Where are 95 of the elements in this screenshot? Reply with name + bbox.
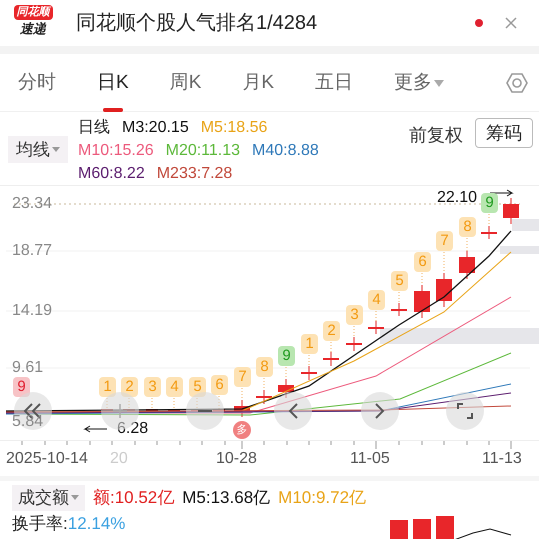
period-tab[interactable]: 五日 [315, 53, 354, 112]
sequence-marker: 5 [189, 377, 206, 397]
adjust-label[interactable]: 前复权 [409, 122, 463, 149]
sequence-marker: 5 [391, 271, 408, 291]
period-tab[interactable]: 更多 [394, 53, 444, 112]
sequence-marker: 9 [481, 193, 498, 213]
candlestick [323, 352, 339, 366]
chevron-right-icon [375, 403, 385, 419]
zoom-out-button[interactable] [186, 392, 224, 430]
sequence-marker: 4 [166, 377, 183, 397]
candlestick [391, 302, 407, 316]
candlestick [368, 320, 384, 334]
leader-line [106, 398, 108, 410]
ma-value: 日线 [78, 118, 110, 138]
chip-band [512, 219, 539, 231]
sequence-marker: 6 [211, 375, 228, 395]
ma-value: M5:18.56 [200, 118, 268, 138]
sequence-marker: 3 [346, 305, 363, 325]
caret-icon [71, 495, 79, 501]
sequence-marker: 7 [436, 231, 453, 251]
price-axis-label: 5.84 [12, 414, 44, 430]
candlestick [436, 272, 452, 308]
sequence-marker: 3 [144, 377, 161, 397]
candlestick [278, 378, 294, 398]
price-axis-label: 9.61 [12, 360, 44, 376]
leader-line [128, 398, 130, 410]
arrow-icon [83, 426, 108, 432]
period-tab[interactable]: 分时 [18, 53, 56, 112]
sequence-marker: 2 [121, 377, 138, 397]
date-label: 10-28 [216, 451, 257, 467]
candlestick [256, 390, 272, 404]
app-logo: 同花顺 速递 [8, 5, 58, 41]
settings-icon[interactable] [505, 70, 529, 94]
candlestick [481, 226, 497, 240]
candlestick [346, 336, 362, 352]
period-tab[interactable]: 日K [97, 53, 129, 112]
close-icon[interactable] [505, 17, 517, 29]
ma-value: M40:8.88 [252, 141, 319, 161]
sequence-marker: 6 [414, 252, 431, 272]
turnover-label: 换手率: [12, 513, 68, 535]
candlestick [301, 366, 317, 380]
minus-icon [198, 409, 212, 413]
price-axis-label: 18.77 [12, 243, 52, 259]
caret-icon [434, 80, 444, 88]
scroll-left-button[interactable] [274, 392, 312, 430]
candlestick [168, 409, 180, 411]
sequence-marker: 2 [323, 321, 340, 341]
sequence-marker: 1 [301, 334, 318, 354]
scroll-right-button[interactable] [361, 392, 399, 430]
arrow-icon [490, 190, 514, 196]
sequence-marker: 1 [99, 377, 116, 397]
chevron-left-icon [288, 403, 298, 419]
candlestick [234, 400, 250, 418]
period-tab[interactable]: 月K [242, 53, 274, 112]
candlestick [101, 409, 113, 411]
volume-value: M5:13.68亿 [182, 487, 270, 510]
leader-line [196, 398, 198, 410]
window-title: 同花顺个股人气排名1/4284 [76, 11, 318, 36]
sequence-marker: 4 [368, 290, 385, 310]
sequence-marker: 8 [256, 357, 273, 377]
date-label: 2025-10-14 [6, 451, 88, 467]
signal-marker: 多 [233, 421, 251, 439]
ma-value: M20:11.13 [166, 141, 240, 161]
date-label: 11-05 [350, 451, 390, 467]
leader-line [218, 396, 220, 410]
fullscreen-button[interactable] [446, 392, 484, 430]
price-axis-label: 14.19 [12, 303, 52, 319]
ma-value: M233:7.28 [156, 164, 232, 184]
ma-value: M60:8.22 [78, 164, 145, 184]
sequence-marker: 9 [13, 377, 30, 397]
caret-icon [52, 146, 60, 152]
candlestick [459, 250, 475, 280]
plus-icon [113, 404, 127, 418]
ma-value: M3:20.15 [122, 118, 189, 138]
price-axis-label: 23.34 [12, 196, 52, 212]
date-label: 11-13 [482, 451, 522, 467]
candlestick [123, 409, 135, 411]
ma-value: M10:15.26 [78, 141, 154, 161]
sequence-marker: 8 [459, 217, 476, 237]
expand-icon [457, 403, 473, 419]
volume-value: 额:10.52亿 [93, 487, 174, 510]
ma-selector[interactable]: 均线 [8, 136, 68, 163]
low-price-label: 6.28 [117, 421, 148, 437]
chips-button[interactable]: 筹码 [475, 118, 533, 148]
high-price-label: 22.10 [437, 190, 478, 206]
candlestick [414, 284, 430, 318]
candlestick [213, 409, 225, 411]
scroll-start-button[interactable] [14, 392, 52, 430]
sequence-marker: 9 [278, 346, 295, 366]
turnover-value: 12.14% [68, 513, 126, 535]
candlestick [503, 198, 519, 224]
sequence-marker: 7 [234, 367, 251, 387]
volume-selector[interactable]: 成交额 [12, 485, 85, 511]
volume-value: M10:9.72亿 [278, 487, 366, 510]
period-tab[interactable]: 周K [170, 53, 202, 112]
